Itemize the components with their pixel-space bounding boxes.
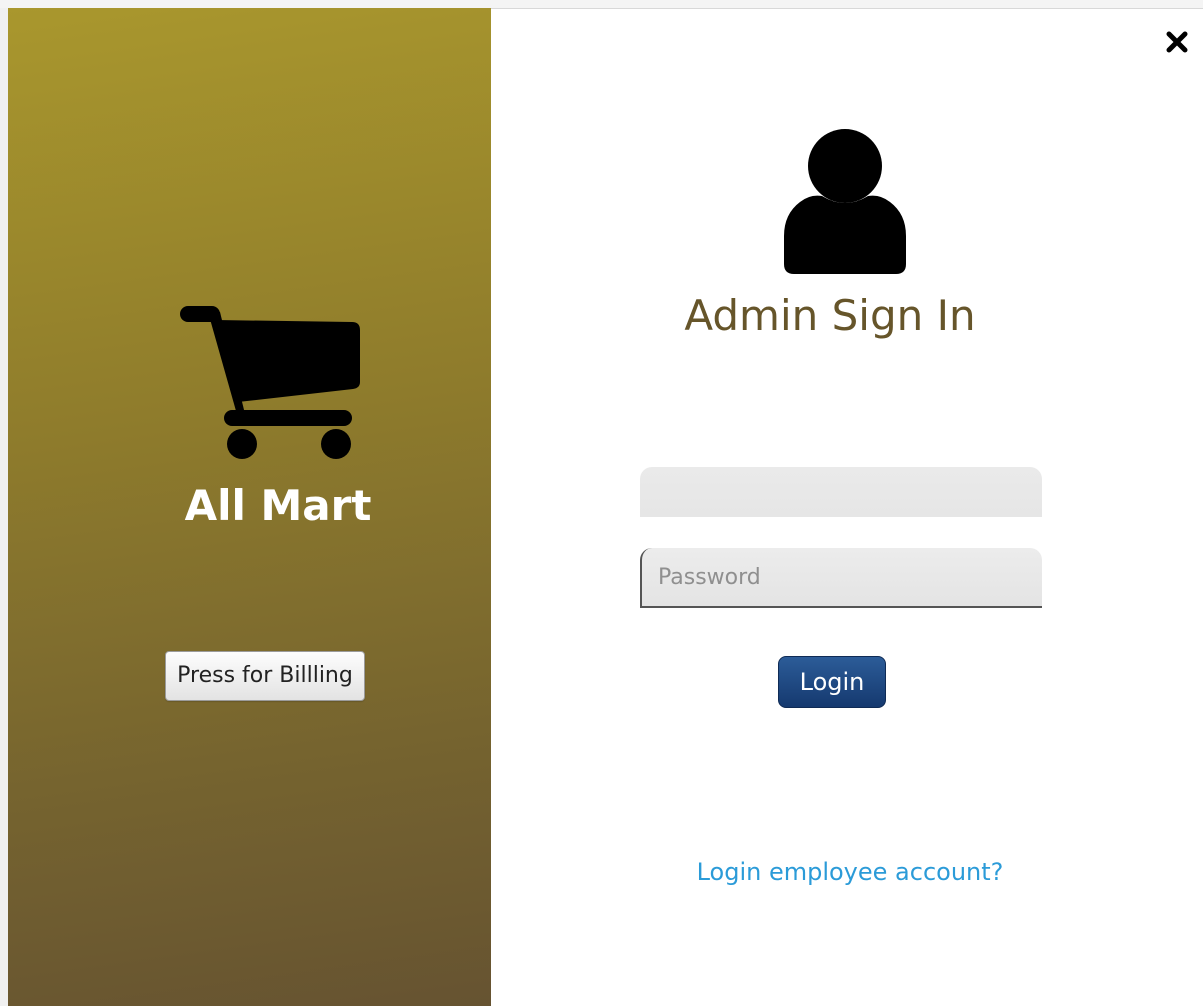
login-window: All Mart Press for Billling Admin Sign I… — [0, 0, 1203, 1006]
close-icon[interactable] — [1163, 28, 1191, 56]
username-field[interactable] — [640, 467, 1042, 519]
employee-login-link[interactable]: Login employee account? — [660, 852, 1040, 892]
billing-button[interactable]: Press for Billling — [165, 651, 365, 701]
window-left-edge — [0, 8, 8, 1006]
shopping-cart-icon — [180, 306, 360, 459]
brand-panel: All Mart Press for Billling — [8, 8, 491, 1006]
login-button[interactable]: Login — [778, 656, 886, 708]
brand-name: All Mart — [184, 481, 372, 530]
password-field[interactable] — [640, 548, 1042, 608]
user-icon — [784, 129, 906, 274]
signin-title: Admin Sign In — [684, 291, 976, 340]
